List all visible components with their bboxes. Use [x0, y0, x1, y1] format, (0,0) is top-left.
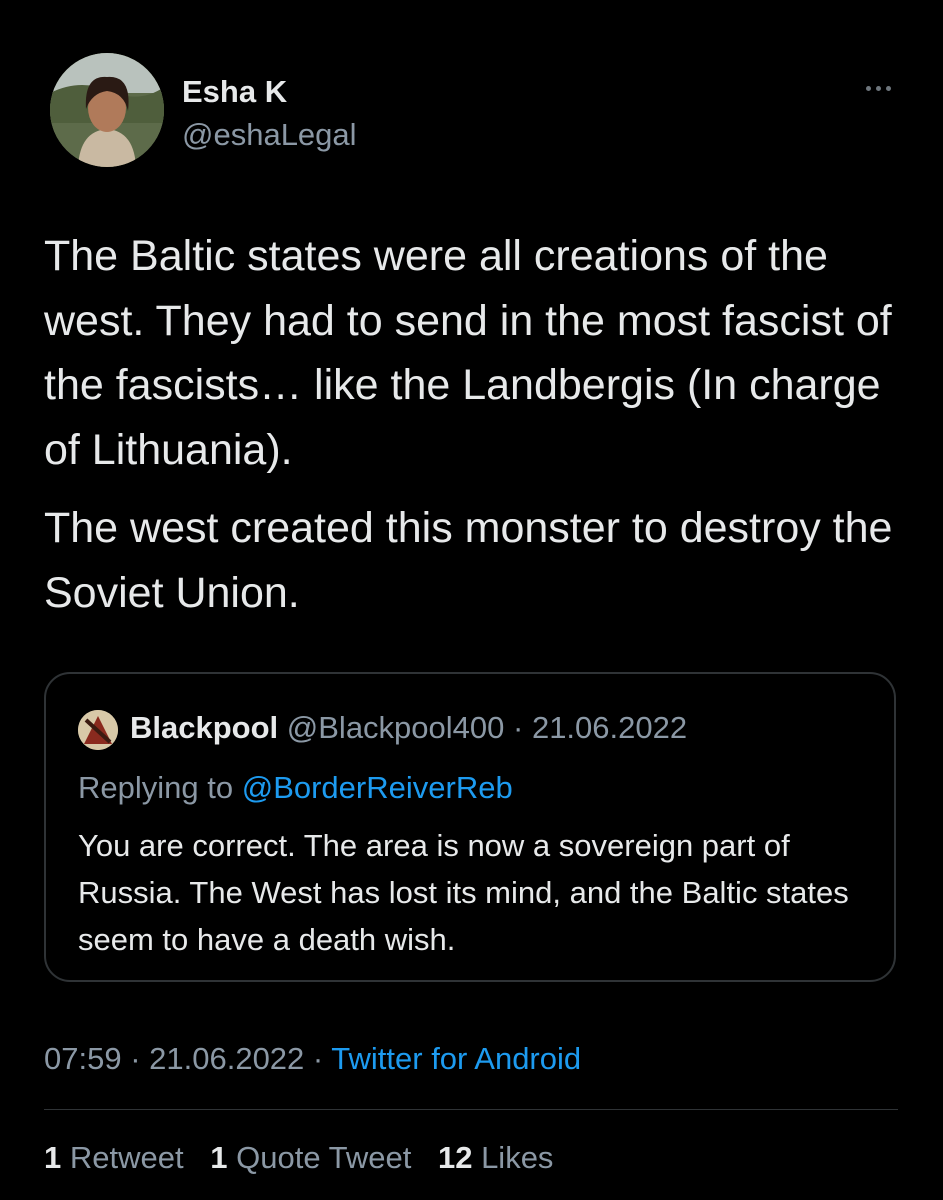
engagement-stats: 1 Retweet 1 Quote Tweet 12 Likes — [44, 1140, 571, 1176]
quote-tweets-label: Quote Tweet — [236, 1140, 412, 1175]
tweet-text: The Baltic states were all creations of … — [44, 224, 914, 639]
separator: · — [504, 710, 532, 745]
separator: · — [304, 1041, 332, 1076]
author-handle[interactable]: @eshaLegal — [182, 117, 357, 153]
quoted-author-avatar[interactable] — [78, 710, 118, 750]
tweet-paragraph: The west created this monster to destroy… — [44, 504, 893, 617]
likes-label: Likes — [481, 1140, 554, 1175]
author-name[interactable]: Esha K — [182, 74, 287, 110]
quoted-author-name[interactable]: Blackpool — [130, 710, 278, 745]
tweet-meta: 07:59 · 21.06.2022 · Twitter for Android — [44, 1041, 581, 1077]
tweet-paragraph: The Baltic states were all creations of … — [44, 232, 892, 474]
replying-to-link[interactable]: @BorderReiverReb — [242, 770, 513, 805]
dot — [875, 85, 881, 91]
divider — [44, 1109, 898, 1110]
replying-to: Replying to @BorderReiverReb — [78, 770, 513, 806]
dot — [885, 85, 891, 91]
retweets-stat[interactable]: 1 Retweet — [44, 1140, 184, 1175]
author-avatar[interactable] — [50, 53, 164, 167]
dot — [865, 85, 871, 91]
quote-tweets-stat[interactable]: 1 Quote Tweet — [210, 1140, 411, 1175]
quoted-author-handle[interactable]: @Blackpool400 — [287, 710, 505, 745]
quoted-header: Blackpool @Blackpool400 · 21.06.2022 — [130, 710, 687, 746]
separator: · — [121, 1041, 150, 1076]
quoted-text: You are correct. The area is now a sover… — [78, 828, 849, 958]
likes-stat[interactable]: 12 Likes — [438, 1140, 553, 1175]
tweet-time[interactable]: 07:59 — [44, 1041, 122, 1076]
retweets-label: Retweet — [69, 1140, 184, 1175]
tweet-date[interactable]: 21.06.2022 — [149, 1041, 304, 1076]
quote-tweets-count: 1 — [210, 1140, 228, 1175]
replying-prefix: Replying to — [78, 770, 242, 805]
tweet-source-link[interactable]: Twitter for Android — [331, 1041, 581, 1076]
quoted-tweet[interactable]: Blackpool @Blackpool400 · 21.06.2022 Rep… — [44, 672, 896, 982]
more-options-icon[interactable] — [858, 78, 898, 98]
retweets-count: 1 — [44, 1140, 62, 1175]
quoted-date: 21.06.2022 — [531, 710, 688, 745]
likes-count: 12 — [437, 1140, 473, 1175]
